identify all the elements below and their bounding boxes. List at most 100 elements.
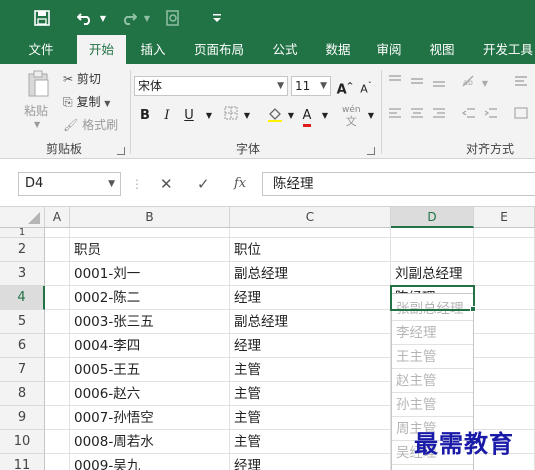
chevron-down-icon[interactable]: ▼ <box>277 77 284 95</box>
grid-cell[interactable] <box>45 406 70 430</box>
grid-cell[interactable] <box>474 238 535 262</box>
tab-formulas[interactable]: 公式 <box>262 35 308 64</box>
grow-font-button[interactable]: A^ <box>336 76 354 97</box>
tab-review[interactable]: 审阅 <box>367 35 411 64</box>
column-header-d[interactable]: D <box>391 207 474 228</box>
tab-page-layout[interactable]: 页面布局 <box>186 35 252 64</box>
column-header-e[interactable]: E <box>474 207 535 228</box>
tab-insert[interactable]: 插入 <box>128 35 178 64</box>
row-header[interactable]: 11 <box>0 454 45 470</box>
grid-cell[interactable]: 0002-陈二 <box>70 286 230 310</box>
grid-cell[interactable] <box>474 334 535 358</box>
column-header-a[interactable]: A <box>45 207 70 228</box>
paste-dropdown-icon[interactable]: ▼ <box>34 120 40 129</box>
grid-cell[interactable] <box>474 358 535 382</box>
formula-input[interactable]: 陈经理 <box>262 172 535 196</box>
row-header[interactable]: 6 <box>0 334 45 358</box>
grid-cell[interactable] <box>391 228 474 238</box>
grid-cell[interactable]: 主管 <box>230 382 391 406</box>
align-top-icon[interactable] <box>386 74 404 94</box>
grid-cell[interactable]: 副总经理 <box>230 262 391 286</box>
grid-cell[interactable]: 主管 <box>230 430 391 454</box>
increase-indent-icon[interactable] <box>482 106 500 126</box>
align-bottom-icon[interactable] <box>430 74 448 94</box>
grid-cell[interactable]: 经理 <box>230 454 391 470</box>
insert-function-icon[interactable]: fx <box>234 172 246 196</box>
row-header[interactable]: 7 <box>0 358 45 382</box>
grid-cell[interactable]: 副总经理 <box>230 310 391 334</box>
grid-cell[interactable]: 职位 <box>230 238 391 262</box>
tab-home[interactable]: 开始 <box>77 35 126 64</box>
copy-dropdown-icon[interactable]: ▼ <box>104 99 110 108</box>
copy-button[interactable]: ⎘ 复制 ▼ <box>63 93 110 110</box>
grid-cell[interactable]: 刘副总经理 <box>391 262 474 286</box>
grid-cell[interactable]: 经理 <box>230 286 391 310</box>
select-all-corner[interactable] <box>0 207 45 228</box>
redo-dropdown-icon[interactable]: ▼ <box>142 6 152 30</box>
grid-cell[interactable] <box>45 430 70 454</box>
grid-cell[interactable] <box>474 382 535 406</box>
shrink-font-button[interactable]: Aˇ <box>357 76 375 96</box>
grid-cell[interactable]: 主管 <box>230 358 391 382</box>
chevron-down-icon[interactable]: ▼ <box>108 173 115 195</box>
paste-button[interactable]: 粘贴 <box>24 102 48 119</box>
font-name-combo[interactable]: 宋体 ▼ <box>134 76 288 96</box>
grid-cell[interactable]: 职员 <box>70 238 230 262</box>
phonetic-dropdown-icon[interactable]: ▼ <box>362 106 380 126</box>
font-launcher-icon[interactable] <box>367 147 375 155</box>
format-painter-button[interactable]: 🖌 格式刷 <box>63 116 118 133</box>
tab-data[interactable]: 数据 <box>316 35 360 64</box>
grid-cell[interactable]: 0003-张三五 <box>70 310 230 334</box>
paste-icon[interactable] <box>26 70 50 101</box>
grid-cell[interactable] <box>45 262 70 286</box>
row-header[interactable]: 8 <box>0 382 45 406</box>
row-header[interactable]: 5 <box>0 310 45 334</box>
cut-button[interactable]: ✂ 剪切 <box>63 70 101 87</box>
fill-handle[interactable] <box>470 306 476 312</box>
grid-cell[interactable]: 0001-刘一 <box>70 262 230 286</box>
align-center-icon[interactable] <box>408 106 426 126</box>
grid-cell[interactable] <box>45 454 70 470</box>
grid-cell[interactable] <box>70 228 230 238</box>
borders-dropdown-icon[interactable]: ▼ <box>238 106 256 126</box>
undo-dropdown-icon[interactable]: ▼ <box>98 6 108 30</box>
font-size-combo[interactable]: 11 ▼ <box>291 76 331 96</box>
align-middle-icon[interactable] <box>408 74 426 94</box>
row-header[interactable]: 10 <box>0 430 45 454</box>
grid-cell[interactable] <box>230 228 391 238</box>
grid-cell[interactable] <box>474 310 535 334</box>
grid-cell[interactable] <box>45 358 70 382</box>
grid-cell[interactable]: 0004-李四 <box>70 334 230 358</box>
row-header[interactable]: 2 <box>0 238 45 262</box>
grid-cell[interactable] <box>45 334 70 358</box>
tab-file[interactable]: 文件 <box>16 35 66 64</box>
grid-cell[interactable] <box>45 382 70 406</box>
row-header[interactable]: 4 <box>0 286 45 310</box>
align-right-icon[interactable] <box>430 106 448 126</box>
grid-cell[interactable] <box>474 286 535 310</box>
underline-dropdown-icon[interactable]: ▼ <box>200 106 218 126</box>
underline-button[interactable]: U <box>180 106 198 126</box>
name-box[interactable]: D4 ▼ <box>18 172 121 196</box>
customize-icon[interactable] <box>210 6 224 30</box>
phonetic-button[interactable]: wén 文 <box>342 105 361 127</box>
grid-cell[interactable]: 0009-吴九 <box>70 454 230 470</box>
grid-cell[interactable]: 0006-赵六 <box>70 382 230 406</box>
font-color-dropdown-icon[interactable]: ▼ <box>316 106 334 126</box>
row-header[interactable]: 3 <box>0 262 45 286</box>
grid-cell[interactable]: 0005-王五 <box>70 358 230 382</box>
print-preview-icon[interactable] <box>162 6 184 30</box>
decrease-indent-icon[interactable] <box>460 106 478 126</box>
merge-center-icon[interactable] <box>512 106 530 126</box>
italic-button[interactable]: I <box>158 106 176 126</box>
grid-cell[interactable]: 0008-周若水 <box>70 430 230 454</box>
grid-cell[interactable] <box>474 228 535 238</box>
column-header-b[interactable]: B <box>70 207 230 228</box>
grid-cell[interactable] <box>474 262 535 286</box>
row-header[interactable]: 1 <box>0 228 45 238</box>
save-icon[interactable] <box>30 6 54 30</box>
undo-icon[interactable] <box>74 6 96 30</box>
chevron-down-icon[interactable]: ▼ <box>320 77 327 95</box>
align-left-icon[interactable] <box>386 106 404 126</box>
grid-cell[interactable] <box>45 286 70 310</box>
